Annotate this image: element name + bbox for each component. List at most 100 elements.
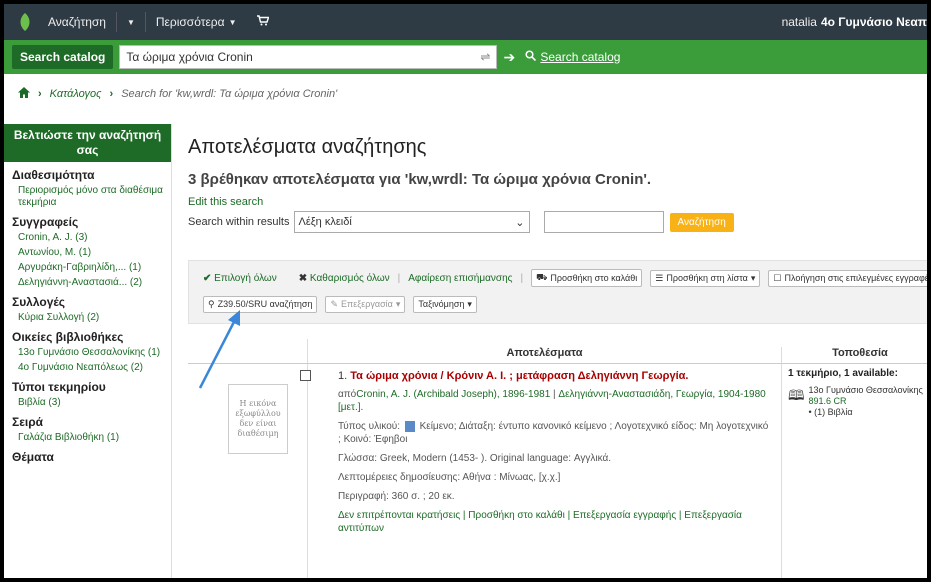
edit-search-link[interactable]: Edit this search [188,196,927,208]
record-details: 1. Τα ώριμα χρόνια / Κρόνιν Α. Ι. ; μετά… [308,364,782,578]
check-icon: ✔ [203,272,212,284]
add-to-cart-label: Προσθήκη στο καλάθι [550,273,638,283]
record-title-text: Τα ώριμα χρόνια / Κρόνιν Α. Ι. ; μετάφρα… [350,370,689,382]
holding-library: 13ο Γυμνάσιο Θεσσαλονίκης [808,385,923,395]
catalog-search-bar: Search catalog Τα ώριμα χρόνια Cronin ⇌ … [4,40,927,74]
user-menu[interactable]: natalia 4ο Γυμνάσιο Νεαπ [782,4,927,40]
search-query: Τα ώριμα χρόνια Cronin [126,50,253,64]
facet-group: Τύποι τεκμηρίου Βιβλία (3) [4,380,171,409]
material-value: Κείμενο [419,421,454,432]
facet-group: Συλλογές Κύρια Συλλογή (2) [4,295,171,324]
facet-item[interactable]: Περιορισμός μόνο στα διαθέσιμα τεκμήρια [18,185,163,209]
page-title: Αποτελέσματα αναζήτησης [188,136,427,158]
leaf-logo-icon[interactable] [12,4,38,40]
record-title[interactable]: 1. Τα ώριμα χρόνια / Κρόνιν Α. Ι. ; μετά… [338,370,771,382]
search-within-select[interactable]: Λέξη κλειδί ⌄ [293,211,530,233]
browse-selected-button[interactable]: ☐ Πλοήγηση στις επιλεγμένες εγγραφές [768,269,927,287]
sort-dropdown-button[interactable]: Ταξινόμηση ▾ [413,295,477,313]
search-input[interactable]: Τα ώριμα χρόνια Cronin ⇌ [119,45,498,69]
facet-group: Διαθεσιμότητα Περιορισμός μόνο στα διαθέσ… [4,168,171,209]
breadcrumb-catalog-link[interactable]: Κατάλογος [50,88,102,100]
desc-label: Περιγραφή: [338,491,389,502]
facet-item[interactable]: 13ο Γυμνάσιο Θεσσαλονίκης (1) [18,347,163,359]
arrow-right-icon[interactable]: ➔ [497,45,521,69]
orig-lang-value: Αγγλικά. [573,453,612,464]
breadcrumb: › Κατάλογος › Search for 'kw,wrdl: Τα ώρ… [18,84,337,104]
cart-icon [256,15,269,29]
facet-item[interactable]: Cronin, A. J. (3) [18,232,163,244]
search-within-button[interactable]: Αναζήτηση [669,212,734,232]
results-table: Αποτελέσματα Τοποθεσία Η εικόνα εξωφύλλο… [188,339,927,578]
search-icon [525,50,537,64]
list-icon: ☰ [655,272,664,283]
add-to-cart-button[interactable]: ⛟ Προσθήκη στο καλάθι [531,269,643,287]
facet-title: Διαθεσιμότητα [12,168,95,182]
edit-label: Επεξεργασία [341,299,393,309]
clear-all-link[interactable]: ✖ Καθαρισμός όλων [299,273,390,284]
breadcrumb-separator: › [38,88,42,100]
pencil-icon: ✎ [330,298,339,309]
add-to-list-button[interactable]: ☰ Προσθήκη στη λίστα ▾ [650,269,761,287]
clear-icon[interactable]: ⇌ [480,50,490,64]
pub-label: Λεπτομέρειες δημοσίευσης: [338,472,461,483]
holding-details: 13ο Γυμνάσιο Θεσσαλονίκης 891.6 CR • (1)… [809,385,927,418]
nav-more-menu[interactable]: Περισσότερα ▼ [146,4,247,40]
arrangement-value: έντυπο κανονικό κείμενο [498,421,607,432]
breadcrumb-separator: › [109,88,114,100]
results-summary: 3 βρέθηκαν αποτελέσματα για 'kw,wrdl: Τα… [188,171,652,188]
cart-icon: ⛟ [536,272,548,282]
material-label: Τύπος υλικού: [338,421,401,432]
cover-cell: Η εικόνα εξωφύλλου δεν είναι διαθέσιμη [188,364,311,578]
browse-selected-label: Πλοήγηση στις επιλεγμένες εγγραφές [784,273,927,283]
record-checkbox[interactable] [300,370,311,381]
record-actions[interactable]: Δεν επιτρέπονται κρατήσεις | Προσθήκη στ… [338,509,771,535]
facet-item[interactable]: Αργυράκη-Γαβριηλίδη,... (1) [18,262,163,274]
literary-label: Λογοτεχνικό είδος: [614,421,697,432]
toolbar-separator: | [520,272,524,284]
nav-search-label: Αναζήτηση [48,15,106,29]
facet-item[interactable]: Αντωνίου, Μ. (1) [18,247,163,259]
select-all-label: Επιλογή όλων [214,272,277,284]
top-navbar: Αναζήτηση ▼ Περισσότερα ▼ natalia 4ο Γυμν… [4,4,927,40]
home-icon[interactable] [18,87,30,101]
facet-item[interactable]: Βιβλία (3) [18,397,163,409]
cover-placeholder: Η εικόνα εξωφύλλου δεν είναι διαθέσιμη [228,384,288,454]
pub-value: Αθήνα : Μίνωας, [χ.χ.] [462,472,561,483]
orig-lang-label: Original language: [489,453,572,464]
cart-button[interactable] [247,4,279,40]
facet-list: Διαθεσιμότητα Περιορισμός μόνο στα διαθέσ… [4,168,171,464]
select-all-link[interactable]: ✔ Επιλογή όλων [203,273,277,284]
search-catalog-button[interactable]: Search catalog [525,50,620,64]
holding-type: • (1) Βιβλία [808,407,853,417]
nav-search-caret[interactable]: ▼ [117,4,145,40]
nav-search-menu[interactable]: Αναζήτηση [38,4,116,40]
holding-callnumber-link[interactable]: 891.6 CR [809,396,847,406]
remove-highlight-link[interactable]: Αφαίρεση επισήμανσης [408,273,512,284]
facet-item[interactable]: Γαλάζια Βιβλιοθήκη (1) [18,432,163,444]
facet-title: Τύποι τεκμηρίου [12,380,106,394]
author-link-1[interactable]: Cronin, A. J. (Archibald Joseph), 1896-1… [356,389,550,400]
add-to-list-label: Προσθήκη στη λίστα [666,273,748,283]
search-within-label: Search within results [188,216,290,228]
edit-dropdown-button[interactable]: ✎ Επεξεργασία ▾ [325,295,406,313]
search-catalog-label: Search catalog [540,50,621,64]
library-name: 4ο Γυμνάσιο Νεαπ [820,15,927,29]
annotation-arrow [198,310,240,389]
literary-value: Μη λογοτεχνικό [699,421,769,432]
results-toolbar: ✔ Επιλογή όλων ✖ Καθαρισμός όλων | Αφαίρ… [188,260,927,324]
facet-group: Συγγραφείς Cronin, A. J. (3) Αντωνίου, Μ. … [4,215,171,289]
facet-title: Σειρά [12,415,44,429]
record-number: 1. [338,370,348,382]
toolbar-row-2: ⚲ Z39.50/SRU αναζήτηση ✎ Επεξεργασία ▾ Ταξι… [203,293,927,315]
facet-group: Θέματα [4,450,171,464]
facet-item[interactable]: Δεληγιάννη-Αναστασιά... (2) [18,277,163,289]
record-publication: Λεπτομέρειες δημοσίευσης: Αθήνα : Μίνωας… [338,471,771,484]
facet-item[interactable]: Κύρια Συλλογή (2) [18,312,163,324]
facet-title: Συγγραφείς [12,215,79,229]
search-within-input[interactable] [543,211,664,233]
facet-item[interactable]: 4ο Γυμνάσιο Νεαπόλεως (2) [18,362,163,374]
refine-sidebar: Βελτιώστε την αναζήτησή σας Διαθεσιμότητ… [4,124,172,578]
breadcrumb-current: Search for 'kw,wrdl: Τα ώριμα χρόνια Cro… [121,88,338,100]
search-catalog-tab[interactable]: Search catalog [12,45,114,69]
book-icon [404,420,415,432]
